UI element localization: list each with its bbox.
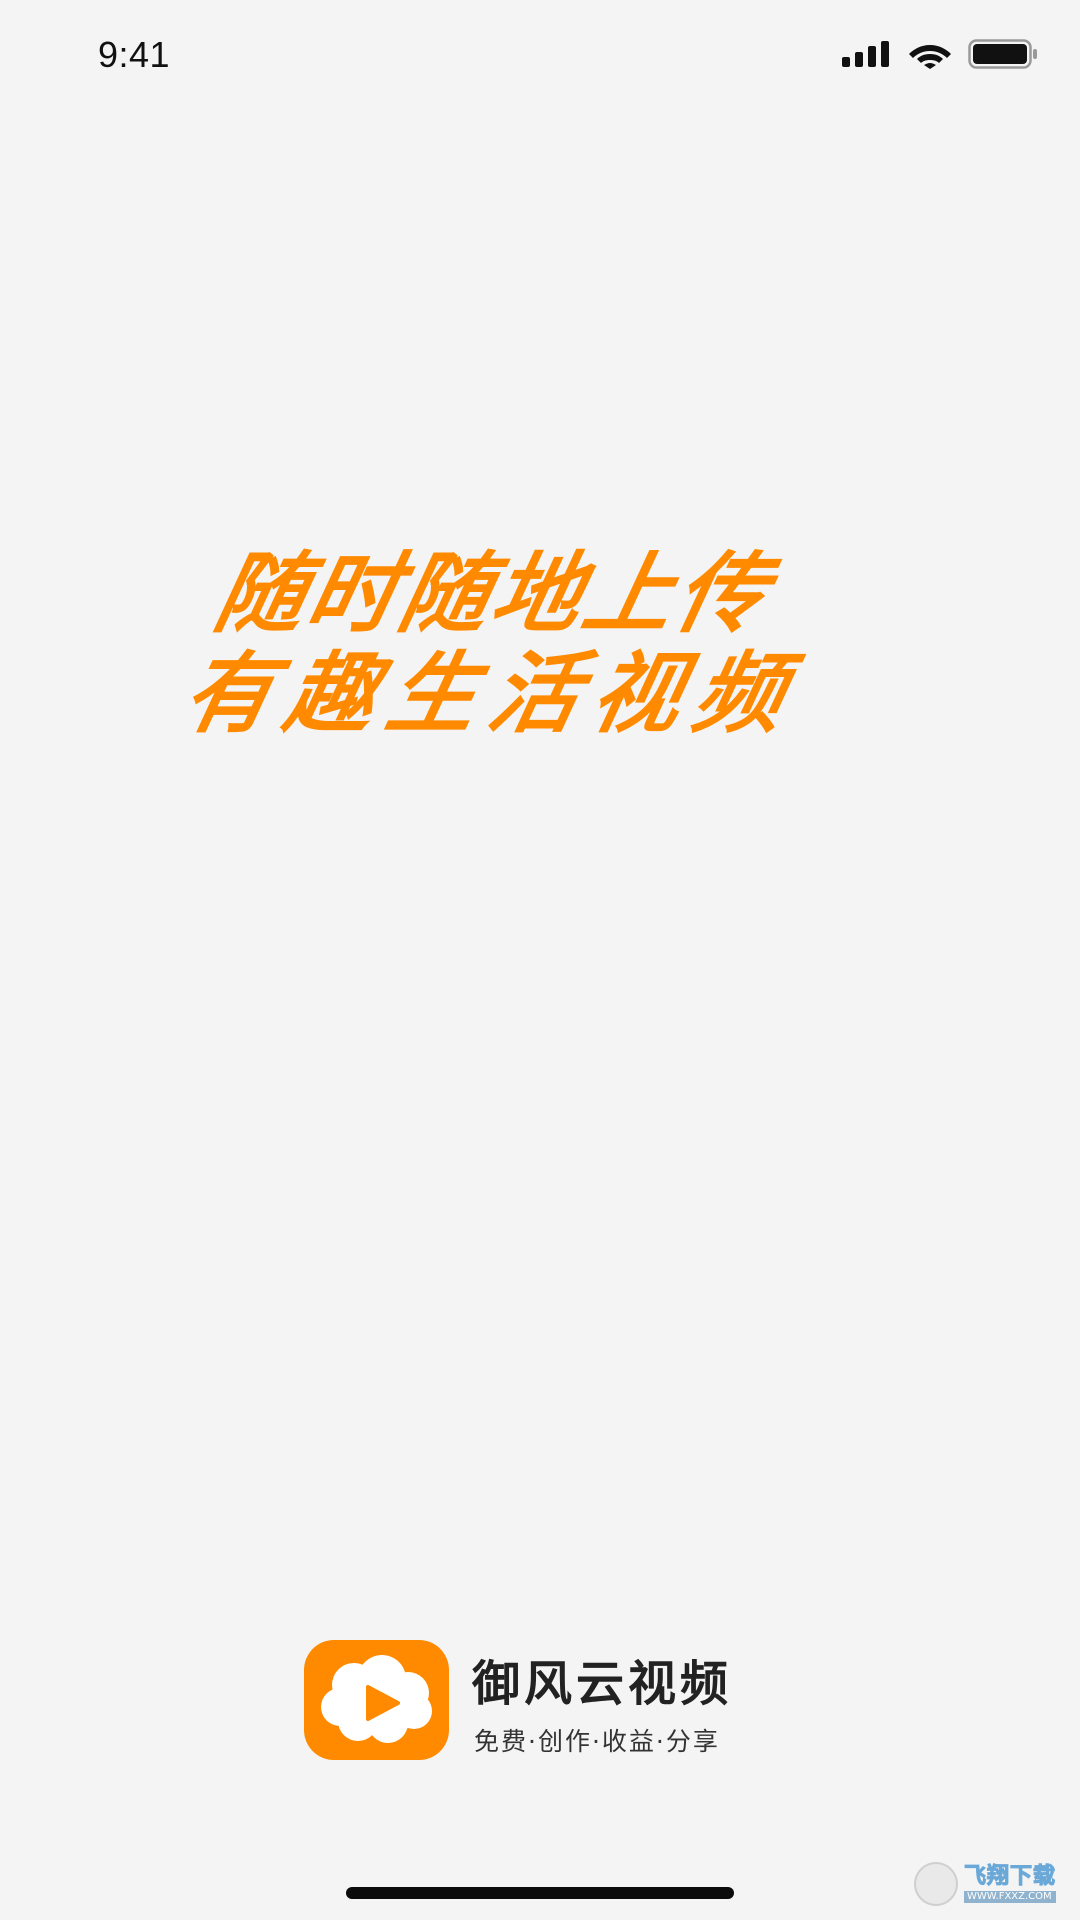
status-bar: 9:41 [0, 0, 1080, 110]
play-cloud-icon [320, 1655, 432, 1743]
brand-block: 御风云视频 免费·创作·收益·分享 [304, 1640, 784, 1762]
battery-icon [968, 39, 1037, 69]
status-icons [842, 34, 1038, 74]
brand-name: 御风云视频 [472, 1656, 733, 1712]
brand-tagline: 免费·创作·收益·分享 [474, 1727, 720, 1756]
status-time: 9:41 [98, 34, 171, 75]
watermark-logo-icon [914, 1862, 958, 1906]
slogan-line-2: 有趣生活视频 [174, 642, 809, 745]
home-indicator[interactable] [346, 1887, 734, 1899]
watermark-text: 飞翔下载 WWW.FXXZ.COM [963, 1863, 1057, 1903]
watermark-url: WWW.FXXZ.COM [964, 1890, 1057, 1903]
watermark: 飞翔下载 WWW.FXXZ.COM [914, 1860, 1074, 1908]
signal-icon [842, 41, 889, 67]
slogan-line-1: 随时随地上传 [206, 542, 781, 645]
wifi-icon [909, 45, 951, 69]
brand-logo [304, 1640, 449, 1760]
watermark-title: 飞翔下载 [963, 1863, 1057, 1889]
slogan: 随时随地上传 有趣生活视频 [0, 530, 1080, 770]
